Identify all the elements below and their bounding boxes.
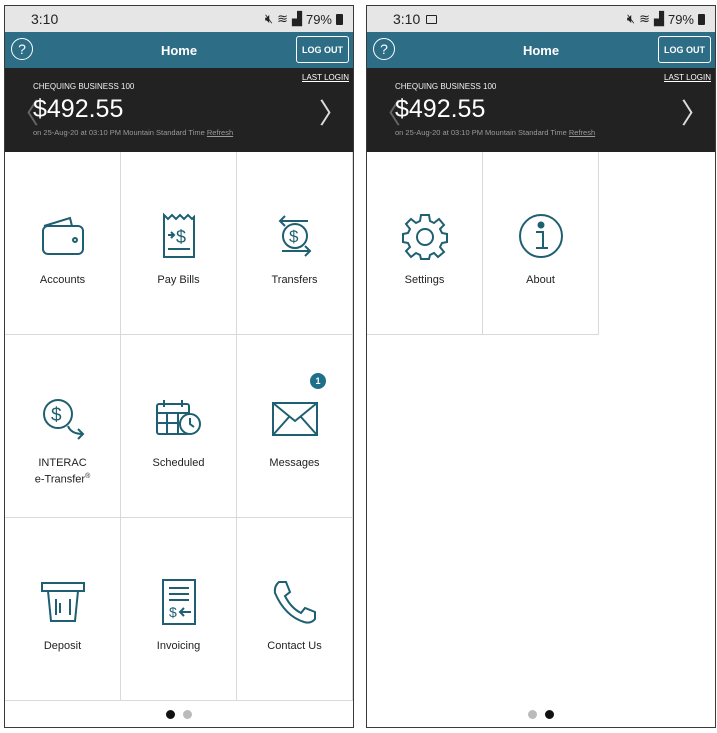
tile-label: Scheduled	[152, 457, 205, 469]
help-icon[interactable]: ?	[373, 38, 395, 60]
bill-icon: $	[149, 210, 209, 262]
logout-button[interactable]: LOG OUT	[658, 36, 711, 63]
notification-badge: 1	[310, 373, 326, 389]
page-indicator	[367, 710, 715, 719]
tile-label: INTERAC e-Transfer®	[35, 457, 91, 487]
battery-percent: 79%	[305, 11, 332, 27]
tile-label: Settings	[404, 274, 445, 286]
last-login-link[interactable]: LAST LOGIN	[302, 73, 349, 82]
envelope-icon	[265, 393, 325, 445]
tile-label: About	[526, 274, 555, 286]
tile-transfers[interactable]: $ Transfers	[237, 152, 353, 335]
page-title: Home	[522, 42, 560, 58]
tile-messages[interactable]: 1 Messages	[237, 335, 353, 518]
refresh-link[interactable]: Refresh	[569, 128, 595, 137]
account-balance: $492.55	[33, 95, 124, 123]
svg-text:$: $	[169, 604, 177, 620]
tile-accounts[interactable]: Accounts	[5, 152, 121, 335]
etransfer-icon: $	[33, 393, 93, 445]
tile-pay-bills[interactable]: $ Pay Bills	[121, 152, 237, 335]
wifi-icon: ≋	[639, 11, 650, 26]
refresh-link[interactable]: Refresh	[207, 128, 233, 137]
balance-panel: LAST LOGIN 〈 CHEQUING BUSINESS 100 $492.…	[367, 68, 715, 152]
app-bar: ? Home LOG OUT	[5, 32, 353, 68]
calendar-clock-icon	[149, 393, 209, 445]
signal-icon: ▟	[291, 11, 302, 26]
chevron-right-icon[interactable]: 〉	[319, 92, 347, 132]
status-time: 3:10	[393, 11, 421, 27]
tile-label: Deposit	[43, 640, 82, 652]
balance-timestamp: on 25-Aug-20 at 03:10 PM Mountain Standa…	[33, 128, 233, 137]
tile-scheduled[interactable]: Scheduled	[121, 335, 237, 518]
account-name: CHEQUING BUSINESS 100	[395, 82, 497, 91]
wifi-icon: ≋	[277, 11, 288, 26]
tile-label: Transfers	[271, 274, 318, 286]
svg-text:$: $	[51, 405, 62, 426]
help-icon[interactable]: ?	[11, 38, 33, 60]
battery-percent: 79%	[667, 11, 694, 27]
svg-text:$: $	[176, 227, 186, 247]
invoice-icon: $	[149, 576, 209, 628]
wallet-icon	[33, 210, 93, 262]
menu-grid: Accounts $ Pay Bills $ Transfers $ INTER…	[5, 152, 353, 701]
tile-interac-etransfer[interactable]: $ INTERAC e-Transfer®	[5, 335, 121, 518]
status-time: 3:10	[31, 11, 59, 27]
account-balance: $492.55	[395, 95, 486, 123]
battery-icon	[336, 13, 343, 25]
page-dot-2[interactable]	[183, 710, 192, 719]
tile-label: Invoicing	[156, 640, 201, 652]
info-icon	[511, 210, 571, 262]
app-bar: ? Home LOG OUT	[367, 32, 715, 68]
tile-settings[interactable]: Settings	[367, 152, 483, 335]
registered-mark: ®	[85, 473, 91, 480]
page-dot-1[interactable]	[528, 710, 537, 719]
page-title: Home	[160, 42, 198, 58]
tile-deposit[interactable]: Deposit	[5, 518, 121, 701]
tile-label: Accounts	[39, 274, 86, 286]
chevron-right-icon[interactable]: 〉	[681, 92, 709, 132]
mute-icon: 🔇︎	[626, 11, 636, 26]
menu-grid: Settings About	[367, 152, 715, 335]
mute-icon: 🔇︎	[264, 11, 274, 26]
tile-about[interactable]: About	[483, 152, 599, 335]
logout-button[interactable]: LOG OUT	[296, 36, 349, 63]
tile-contact-us[interactable]: Contact Us	[237, 518, 353, 701]
battery-icon	[698, 13, 705, 25]
last-login-link[interactable]: LAST LOGIN	[664, 73, 711, 82]
atm-deposit-icon	[33, 576, 93, 628]
transfer-icon: $	[265, 210, 325, 262]
gear-icon	[395, 210, 455, 262]
tile-label: Pay Bills	[157, 274, 200, 286]
svg-text:$: $	[289, 227, 299, 246]
balance-panel: LAST LOGIN 〈 CHEQUING BUSINESS 100 $492.…	[5, 68, 353, 152]
page-dot-2[interactable]	[545, 710, 554, 719]
tile-label-line2: e-Transfer	[34, 473, 86, 486]
tile-label-line1: INTERAC	[38, 457, 87, 469]
phone-screen-page-1: 3:10 🔇︎ ≋ ▟ 79% ? Home LOG OUT LAST LOGI…	[4, 5, 354, 728]
image-notification-icon	[426, 14, 438, 24]
as-of-text: on 25-Aug-20 at 03:10 PM Mountain Standa…	[33, 128, 205, 137]
balance-timestamp: on 25-Aug-20 at 03:10 PM Mountain Standa…	[395, 128, 595, 137]
page-indicator	[5, 710, 353, 719]
tile-label: Messages	[269, 457, 320, 469]
tile-invoicing[interactable]: $ Invoicing	[121, 518, 237, 701]
tile-label: Contact Us	[267, 640, 322, 652]
page-dot-1[interactable]	[166, 710, 175, 719]
account-name: CHEQUING BUSINESS 100	[33, 82, 135, 91]
signal-icon: ▟	[653, 11, 664, 26]
status-bar: 3:10 🔇︎ ≋ ▟ 79%	[5, 6, 353, 32]
as-of-text: on 25-Aug-20 at 03:10 PM Mountain Standa…	[395, 128, 567, 137]
phone-icon	[265, 576, 325, 628]
phone-screen-page-2: 3:10 🔇︎ ≋ ▟ 79% ? Home LOG OUT LAST LOGI…	[366, 5, 716, 728]
status-bar: 3:10 🔇︎ ≋ ▟ 79%	[367, 6, 715, 32]
